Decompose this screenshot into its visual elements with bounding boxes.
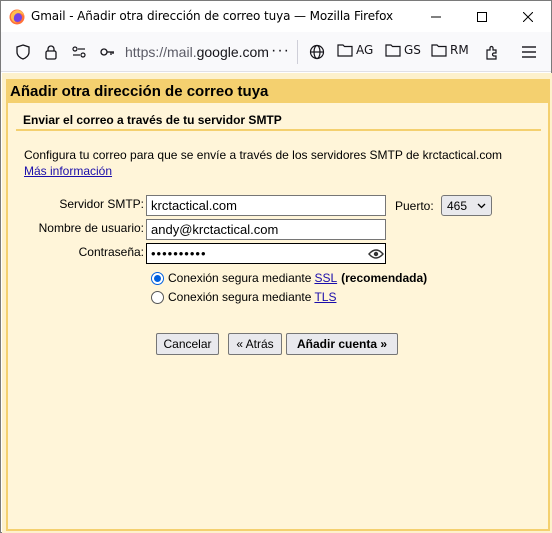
globe-icon[interactable] (307, 42, 327, 62)
maximize-icon (477, 11, 487, 22)
lock-icon[interactable] (41, 42, 61, 62)
tls-link[interactable]: TLS (314, 290, 336, 304)
username-label: Nombre de usuario: (38, 221, 144, 235)
bookmark-gs[interactable]: GS (385, 43, 421, 57)
description: Configura tu correo para que se envíe a … (24, 147, 524, 179)
folder-icon (337, 44, 353, 57)
window-title: Gmail - Añadir otra dirección de correo … (31, 9, 394, 23)
dialog-panel: Enviar el correo a través de tu servidor… (6, 103, 550, 531)
bookmark-label: GS (404, 43, 421, 57)
navigation-toolbar: https://mail.google.com ··· AG GS RM (1, 32, 551, 72)
menu-icon[interactable] (519, 42, 539, 62)
folder-icon (431, 44, 447, 57)
maximize-button[interactable] (459, 1, 505, 32)
minimize-button[interactable] (413, 1, 459, 32)
url-domain: google.com (196, 44, 269, 60)
port-select[interactable]: 465 (441, 195, 492, 216)
password-value: •••••••••• (151, 246, 207, 261)
toolbar-separator (297, 40, 298, 64)
chevron-down-icon (477, 203, 486, 208)
ssl-link[interactable]: SSL (314, 271, 337, 285)
back-button[interactable]: « Atrás (228, 333, 282, 355)
port-value: 465 (447, 198, 468, 213)
dialog-header: Añadir otra dirección de correo tuya (6, 79, 550, 103)
bookmark-label: RM (450, 43, 469, 57)
tls-radio-option[interactable]: Conexión segura mediante TLS (151, 290, 336, 304)
dialog-content: Añadir otra dirección de correo tuya Env… (2, 73, 552, 533)
bookmark-ag[interactable]: AG (337, 43, 373, 57)
smtp-server-input[interactable]: krctactical.com (146, 195, 386, 216)
username-input[interactable]: andy@krctactical.com (146, 219, 386, 240)
key-icon[interactable] (97, 42, 117, 62)
firefox-logo-icon (9, 9, 25, 25)
password-label: Contraseña: (78, 245, 144, 259)
add-account-button[interactable]: Añadir cuenta » (286, 333, 398, 355)
tls-option-text: Conexión segura mediante (168, 290, 312, 304)
ssl-radio-option[interactable]: Conexión segura mediante SSL (recomendad… (151, 271, 427, 285)
dialog-title: Añadir otra dirección de correo tuya (10, 83, 269, 100)
smtp-label: Servidor SMTP: (59, 197, 144, 211)
shield-icon[interactable] (13, 42, 33, 62)
title-bar: Gmail - Añadir otra dirección de correo … (1, 1, 551, 32)
page-actions-button[interactable]: ··· (271, 42, 290, 60)
bookmark-rm[interactable]: RM (431, 43, 469, 57)
tls-radio[interactable] (151, 290, 164, 304)
ssl-option-text: Conexión segura mediante (168, 271, 312, 285)
close-icon (523, 11, 533, 22)
description-text: Configura tu correo para que se envíe a … (24, 148, 503, 162)
cancel-button[interactable]: Cancelar (156, 333, 219, 355)
extensions-icon[interactable] (482, 42, 502, 62)
more-info-link[interactable]: Más información (24, 164, 112, 178)
section-title: Enviar el correo a través de tu servidor… (23, 113, 282, 127)
bookmark-label: AG (356, 43, 374, 57)
firefox-window: Gmail - Añadir otra dirección de correo … (0, 0, 552, 533)
port-label: Puerto: (395, 199, 434, 213)
ssl-radio[interactable] (151, 271, 164, 285)
url-prefix: https://mail. (125, 44, 197, 60)
eye-icon[interactable] (368, 248, 384, 260)
url-bar[interactable]: https://mail.google.com (125, 44, 269, 60)
folder-icon (385, 44, 401, 57)
close-button[interactable] (505, 1, 551, 32)
password-input[interactable]: •••••••••• (146, 243, 386, 264)
ssl-recommended: (recomendada) (341, 271, 428, 285)
permissions-icon[interactable] (69, 42, 89, 62)
section-header: Enviar el correo a través de tu servidor… (16, 107, 541, 131)
minimize-icon (431, 16, 441, 17)
